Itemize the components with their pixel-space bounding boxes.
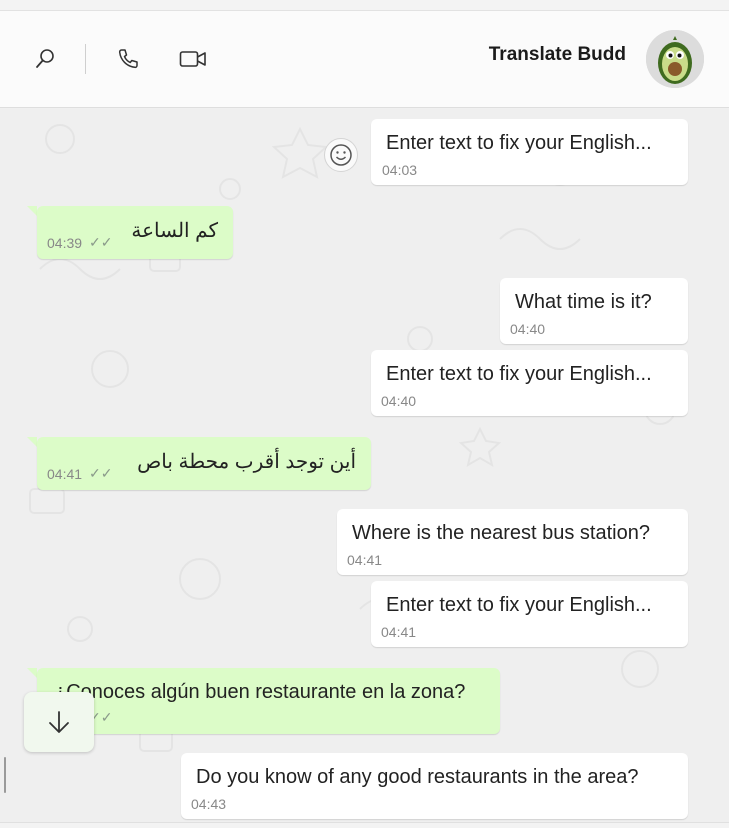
- message-incoming[interactable]: Where is the nearest bus station? 04:41: [337, 509, 688, 575]
- smiley-icon: [330, 144, 352, 166]
- message-text: Enter text to fix your English...: [386, 363, 652, 385]
- message-outgoing[interactable]: كم الساعة 04:39 ✓✓: [37, 206, 233, 259]
- read-ticks-icon: ✓✓: [89, 234, 113, 250]
- message-time: 04:43: [191, 796, 227, 812]
- message-text: Where is the nearest bus station?: [352, 522, 650, 544]
- header-divider: [85, 44, 86, 74]
- avocado-avatar-icon: [646, 30, 704, 88]
- bottom-edge: [0, 822, 729, 828]
- phone-icon: [118, 49, 138, 69]
- chat-title: Translate Budd: [488, 44, 626, 65]
- message-time: 04:03: [382, 162, 418, 178]
- contact-avatar[interactable]: [646, 30, 704, 88]
- chat-header: Translate Budd: [0, 11, 729, 108]
- message-incoming[interactable]: Enter text to fix your English... 04:40: [371, 350, 688, 416]
- message-text: Enter text to fix your English...: [386, 132, 652, 154]
- message-text: كم الساعة: [131, 220, 218, 242]
- message-outgoing[interactable]: ¿Conoces algún buen restaurante en la zo…: [37, 668, 500, 734]
- voice-call-button[interactable]: [114, 45, 142, 73]
- message-text: Do you know of any good restaurants in t…: [196, 766, 639, 788]
- video-call-button[interactable]: [177, 45, 209, 73]
- bubble-tail: [27, 206, 37, 216]
- message-time: 04:39: [47, 235, 83, 251]
- arrow-down-icon: [49, 711, 69, 733]
- scroll-to-bottom-button[interactable]: [24, 692, 94, 752]
- message-time: 04:41: [347, 552, 383, 568]
- message-time: 04:41: [47, 466, 83, 482]
- message-text: What time is it?: [515, 291, 652, 313]
- message-text: ¿Conoces algún buen restaurante en la zo…: [54, 681, 466, 703]
- bubble-tail: [27, 437, 37, 447]
- message-outgoing[interactable]: أين توجد أقرب محطة باص 04:41 ✓✓: [37, 437, 371, 490]
- message-incoming[interactable]: What time is it? 04:40: [500, 278, 688, 344]
- message-time: 04:40: [381, 393, 417, 409]
- message-time: 04:40: [510, 321, 546, 337]
- read-ticks-icon: ✓✓: [89, 465, 113, 481]
- message-text: أين توجد أقرب محطة باص: [137, 451, 356, 473]
- message-incoming[interactable]: Do you know of any good restaurants in t…: [181, 753, 688, 819]
- search-icon: [36, 49, 54, 68]
- message-incoming[interactable]: Enter text to fix your English... 04:41: [371, 581, 688, 647]
- message-incoming[interactable]: Enter text to fix your English... 04:03: [371, 119, 688, 185]
- chat-area[interactable]: Enter text to fix your English... 04:03 …: [0, 109, 729, 828]
- chat-scrollbar[interactable]: [4, 757, 6, 793]
- message-time: 04:41: [381, 624, 417, 640]
- search-button[interactable]: [31, 45, 59, 73]
- window-top-strip: [0, 0, 729, 11]
- message-text: Enter text to fix your English...: [386, 594, 652, 616]
- bubble-tail: [27, 668, 37, 678]
- video-icon: [179, 51, 206, 67]
- reaction-button[interactable]: [324, 138, 358, 172]
